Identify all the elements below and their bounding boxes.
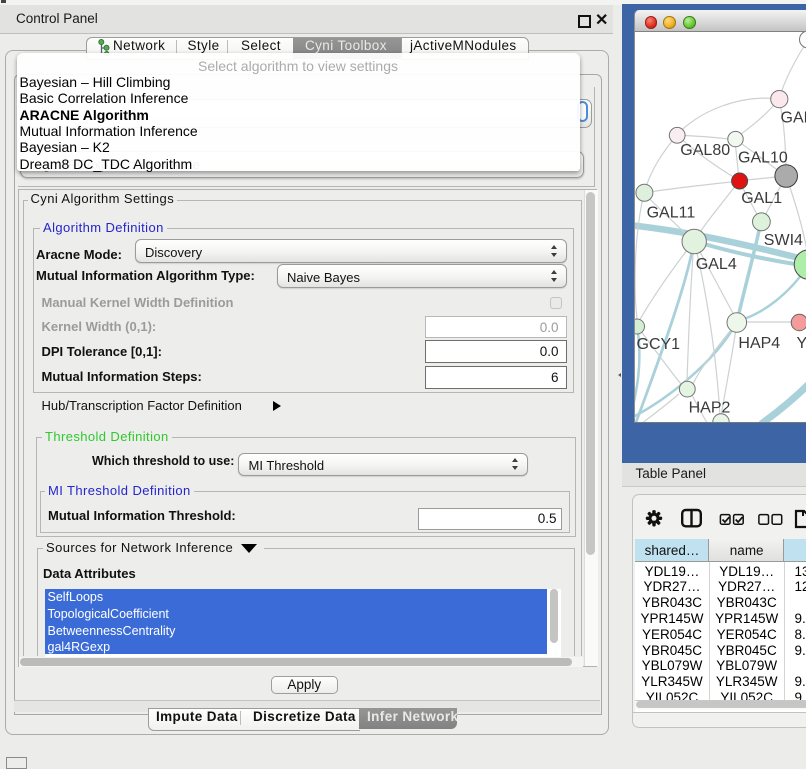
svg-text:GAL10: GAL10	[738, 150, 788, 167]
svg-text:YBL: YBL	[797, 335, 806, 352]
svg-text:GAL80: GAL80	[680, 142, 730, 159]
svg-text:GAL7: GAL7	[781, 110, 806, 127]
svg-text:GAL11: GAL11	[647, 204, 696, 221]
svg-text:GCY1: GCY1	[637, 336, 681, 353]
svg-text:SWI4: SWI4	[764, 232, 803, 249]
svg-text:HAP4: HAP4	[738, 335, 780, 352]
svg-text:GAL1: GAL1	[741, 190, 782, 207]
svg-text:GAL4: GAL4	[696, 256, 737, 273]
svg-text:HAP2: HAP2	[689, 400, 731, 417]
